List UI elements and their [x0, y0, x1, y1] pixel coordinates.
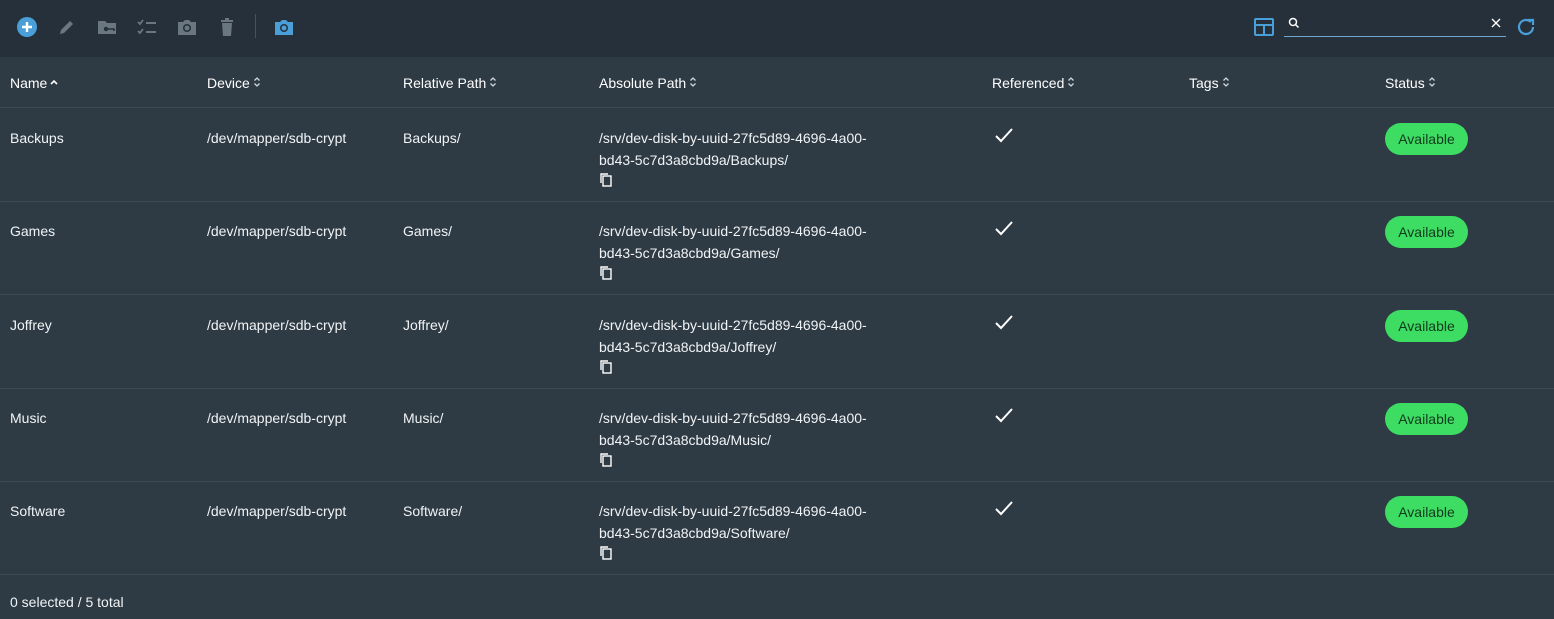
trash-icon[interactable] — [215, 15, 239, 39]
status-badge: Available — [1385, 123, 1468, 155]
cell-name: Joffrey — [10, 317, 52, 333]
cell-name: Software — [10, 503, 66, 519]
camera-icon[interactable] — [175, 15, 199, 39]
status-badge: Available — [1385, 403, 1468, 435]
col-header-tags[interactable]: Tags — [1189, 75, 1230, 91]
status-badge: Available — [1385, 310, 1468, 342]
referenced-check-icon — [993, 499, 1015, 519]
sort-icon — [1222, 75, 1230, 91]
absolute-path-line: /srv/dev-disk-by-uuid-27fc5d89-4696-4a00… — [599, 503, 867, 519]
referenced-check-icon — [993, 406, 1015, 426]
table-row[interactable]: Software /dev/mapper/sdb-crypt Software/… — [0, 481, 1554, 575]
table-row[interactable]: Joffrey /dev/mapper/sdb-crypt Joffrey/ /… — [0, 295, 1554, 389]
absolute-path-line: bd43-5c7d3a8cbd9a/Games/ — [599, 245, 780, 261]
col-header-referenced[interactable]: Referenced — [992, 75, 1075, 91]
toolbar-divider — [255, 14, 256, 38]
table-columns-icon[interactable] — [1252, 15, 1276, 39]
cell-absolute-path: /srv/dev-disk-by-uuid-27fc5d89-4696-4a00… — [599, 407, 919, 451]
table-row[interactable]: Music /dev/mapper/sdb-crypt Music/ /srv/… — [0, 388, 1554, 482]
cell-device: /dev/mapper/sdb-crypt — [207, 317, 347, 333]
col-header-relative-path[interactable]: Relative Path — [403, 75, 497, 91]
cell-device: /dev/mapper/sdb-crypt — [207, 130, 347, 146]
cell-relative-path: Software/ — [403, 503, 463, 519]
col-header-device[interactable]: Device — [207, 75, 261, 91]
copy-icon[interactable] — [599, 545, 613, 561]
add-icon[interactable] — [15, 15, 39, 39]
referenced-check-icon — [993, 219, 1015, 239]
table-header: Name Device Relative Path Absolute Path … — [0, 57, 1554, 108]
cell-relative-path: Backups/ — [403, 130, 461, 146]
snapshot-camera-icon[interactable] — [272, 15, 296, 39]
col-header-label: Relative Path — [403, 75, 487, 91]
absolute-path-line: bd43-5c7d3a8cbd9a/Music/ — [599, 432, 772, 448]
selection-summary: 0 selected / 5 total — [10, 594, 124, 610]
cell-device: /dev/mapper/sdb-crypt — [207, 223, 347, 239]
absolute-path-line: /srv/dev-disk-by-uuid-27fc5d89-4696-4a00… — [599, 223, 867, 239]
cell-device: /dev/mapper/sdb-crypt — [207, 410, 347, 426]
copy-icon[interactable] — [599, 265, 613, 281]
col-header-status[interactable]: Status — [1385, 75, 1436, 91]
cell-absolute-path: /srv/dev-disk-by-uuid-27fc5d89-4696-4a00… — [599, 314, 919, 358]
copy-icon[interactable] — [599, 359, 613, 375]
col-header-label: Device — [207, 75, 250, 91]
edit-icon[interactable] — [55, 15, 79, 39]
referenced-check-icon — [993, 313, 1015, 333]
cell-relative-path: Games/ — [403, 223, 453, 239]
table-row[interactable]: Games /dev/mapper/sdb-crypt Games/ /srv/… — [0, 201, 1554, 295]
referenced-check-icon — [993, 126, 1015, 146]
col-header-label: Referenced — [992, 75, 1065, 91]
cell-name: Music — [10, 410, 47, 426]
search-input[interactable] — [1306, 14, 1490, 36]
sort-icon — [689, 75, 697, 91]
cell-name: Backups — [10, 130, 64, 146]
refresh-icon[interactable] — [1514, 15, 1538, 39]
col-header-absolute-path[interactable]: Absolute Path — [599, 75, 697, 91]
col-header-label: Absolute Path — [599, 75, 687, 91]
folder-key-icon[interactable] — [95, 15, 119, 39]
cell-absolute-path: /srv/dev-disk-by-uuid-27fc5d89-4696-4a00… — [599, 500, 919, 544]
status-badge: Available — [1385, 496, 1468, 528]
absolute-path-line: /srv/dev-disk-by-uuid-27fc5d89-4696-4a00… — [599, 130, 867, 146]
col-header-name[interactable]: Name — [10, 75, 58, 91]
status-badge: Available — [1385, 216, 1468, 248]
sort-icon — [1428, 75, 1436, 91]
clear-search-icon[interactable] — [1490, 16, 1502, 34]
cell-name: Games — [10, 223, 56, 239]
cell-absolute-path: /srv/dev-disk-by-uuid-27fc5d89-4696-4a00… — [599, 127, 919, 171]
col-header-label: Tags — [1189, 75, 1219, 91]
copy-icon[interactable] — [599, 452, 613, 468]
cell-relative-path: Joffrey/ — [403, 317, 449, 333]
absolute-path-line: /srv/dev-disk-by-uuid-27fc5d89-4696-4a00… — [599, 410, 867, 426]
sort-icon — [489, 75, 497, 91]
list-check-icon[interactable] — [135, 15, 159, 39]
col-header-label: Status — [1385, 75, 1425, 91]
table-row[interactable]: Backups /dev/mapper/sdb-crypt Backups/ /… — [0, 108, 1554, 202]
toolbar — [0, 0, 1554, 57]
cell-device: /dev/mapper/sdb-crypt — [207, 503, 347, 519]
col-header-label: Name — [10, 75, 48, 91]
sort-icon — [253, 75, 261, 91]
search-box[interactable] — [1284, 14, 1506, 37]
sort-icon — [1067, 75, 1075, 91]
absolute-path-line: bd43-5c7d3a8cbd9a/Backups/ — [599, 152, 789, 168]
absolute-path-line: bd43-5c7d3a8cbd9a/Joffrey/ — [599, 339, 777, 355]
search-icon — [1288, 16, 1300, 34]
sort-ascending-icon — [50, 75, 58, 91]
cell-relative-path: Music/ — [403, 410, 444, 426]
absolute-path-line: /srv/dev-disk-by-uuid-27fc5d89-4696-4a00… — [599, 317, 867, 333]
copy-icon[interactable] — [599, 172, 613, 188]
absolute-path-line: bd43-5c7d3a8cbd9a/Software/ — [599, 525, 790, 541]
cell-absolute-path: /srv/dev-disk-by-uuid-27fc5d89-4696-4a00… — [599, 220, 919, 264]
